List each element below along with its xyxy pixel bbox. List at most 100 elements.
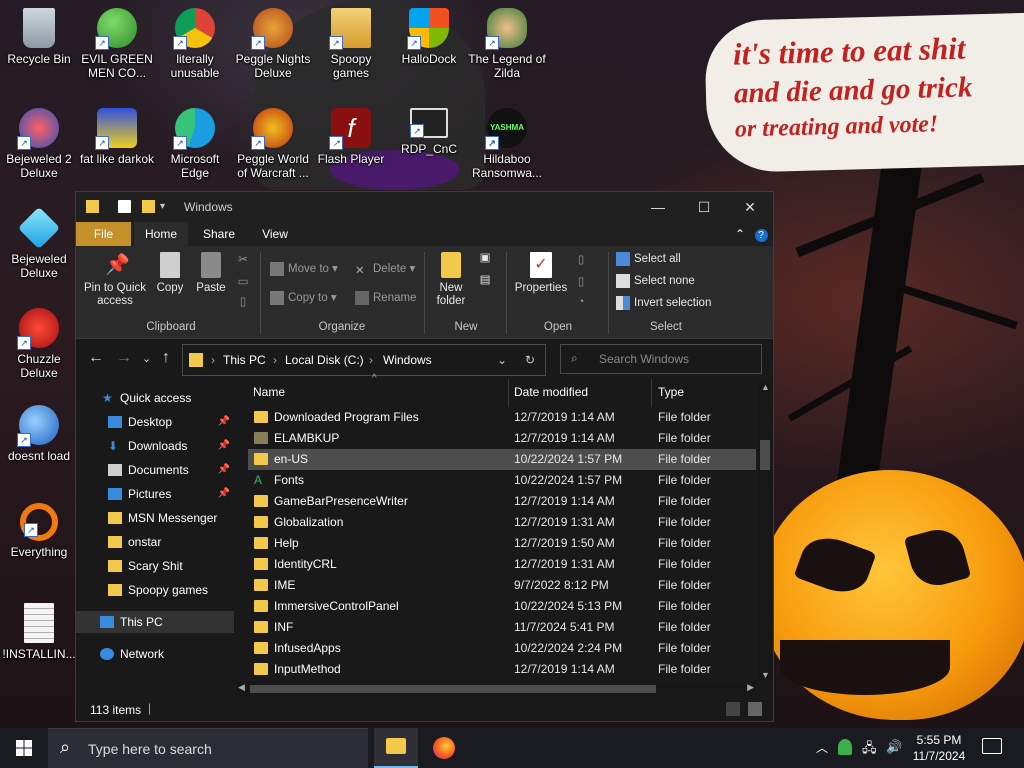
address-bar[interactable]: › This PC › Local Disk (C:) › Windows ⌄ …	[182, 344, 546, 376]
edit-icon[interactable]: ▯	[574, 276, 588, 289]
open-icon[interactable]: ▯	[574, 254, 588, 267]
nav-pictures[interactable]: Pictures 📌	[76, 483, 234, 505]
large-icons-view-icon[interactable]	[748, 702, 762, 716]
nav-onstar[interactable]: onstar	[76, 531, 234, 553]
desktop-icon-spoopy-games[interactable]: ↗ Spoopy games	[312, 8, 390, 80]
desktop-icon-peggle-world[interactable]: ↗ Peggle World of Warcraft ...	[234, 108, 312, 180]
new-folder-quick-icon[interactable]	[142, 200, 155, 213]
file-row[interactable]: Help 12/7/2019 1:50 AM File folder	[248, 533, 756, 554]
notifications-icon[interactable]	[982, 738, 1002, 754]
tab-view[interactable]: View	[248, 222, 302, 246]
maximize-button[interactable]: ☐	[681, 192, 727, 222]
properties-quick-icon[interactable]	[118, 200, 131, 213]
desktop-icon-recycle-bin[interactable]: Recycle Bin	[0, 8, 78, 66]
history-icon[interactable]: ◔	[574, 296, 588, 309]
horizontal-scrollbar[interactable]: ◀ ▶	[236, 682, 756, 696]
file-row[interactable]: A Fonts 10/22/2024 1:57 PM File folder	[248, 470, 756, 491]
file-row[interactable]: IdentityCRL 12/7/2019 1:31 AM File folder	[248, 554, 756, 575]
tab-share[interactable]: Share	[192, 222, 246, 246]
clock[interactable]: 5:55 PM 11/7/2024	[906, 732, 972, 764]
desktop-icon-hildaboo[interactable]: YASHMA ↗ Hildaboo Ransomwa...	[468, 108, 546, 180]
file-row[interactable]: INF 11/7/2024 5:41 PM File folder	[248, 617, 756, 638]
people-icon[interactable]	[838, 739, 852, 755]
file-row[interactable]: Globalization 12/7/2019 1:31 AM File folde…	[248, 512, 756, 533]
address-dropdown-icon[interactable]: ⌄	[497, 353, 507, 367]
breadcrumb-windows[interactable]: Windows	[383, 353, 432, 367]
desktop-icon-fat-like-darkok[interactable]: ↗ fat like darkok	[78, 108, 156, 166]
search-input[interactable]: ⌕ Search Windows	[560, 344, 762, 374]
copy-to-button[interactable]: Copy to ▾	[270, 289, 337, 307]
paste-button[interactable]: Paste	[192, 252, 230, 295]
details-view-icon[interactable]	[726, 702, 740, 716]
move-to-button[interactable]: Move to ▾	[270, 260, 338, 278]
tab-home[interactable]: Home	[134, 222, 188, 246]
file-row[interactable]: Downloaded Program Files 12/7/2019 1:14 A…	[248, 407, 756, 428]
copy-path-icon[interactable]: ▭	[236, 276, 250, 289]
refresh-icon[interactable]: ↻	[525, 353, 535, 367]
new-folder-button[interactable]: New folder	[430, 252, 472, 308]
delete-button[interactable]: ✕ Delete ▾	[355, 260, 415, 278]
properties-button[interactable]: ✓ Properties	[512, 252, 570, 295]
desktop-icon-bejeweled-deluxe[interactable]: Bejeweled Deluxe	[0, 206, 78, 280]
easy-access-icon[interactable]: ▤	[478, 274, 492, 287]
volume-icon[interactable]: 🔊	[886, 739, 902, 755]
pin-to-quick-access-button[interactable]: 📌 Pin to Quick access	[82, 252, 148, 308]
column-header-type[interactable]: Type	[658, 385, 684, 405]
scroll-thumb[interactable]	[760, 440, 770, 470]
desktop-icon-installing[interactable]: !INSTALLIN...	[0, 603, 78, 661]
taskbar-search-box[interactable]: ⌕ Type here to search	[48, 728, 368, 768]
desktop-icon-peggle-nights[interactable]: ↗ Peggle Nights Deluxe	[234, 8, 312, 80]
nav-spoopy-games[interactable]: Spoopy games	[76, 579, 234, 601]
desktop-icon-microsoft-edge[interactable]: ↗ Microsoft Edge	[156, 108, 234, 180]
show-hidden-icons[interactable]: ︿	[816, 739, 828, 756]
file-row[interactable]: IME 9/7/2022 8:12 PM File folder	[248, 575, 756, 596]
nav-this-pc[interactable]: This PC	[76, 611, 234, 633]
desktop-icon-hallodock[interactable]: ↗ HalloDock	[390, 8, 468, 66]
file-row[interactable]: InputMethod 12/7/2019 1:14 AM File folder	[248, 659, 756, 680]
customize-quick-access-icon[interactable]: ▾	[160, 200, 173, 213]
nav-downloads[interactable]: ⬇ Downloads 📌	[76, 435, 234, 457]
minimize-button[interactable]: —	[635, 192, 681, 222]
select-none-button[interactable]: Select none	[616, 272, 695, 290]
close-button[interactable]: ✕	[727, 192, 773, 222]
nav-quick-access[interactable]: ★ Quick access	[76, 387, 234, 409]
desktop-icon-everything[interactable]: ↗ Everything	[0, 503, 78, 559]
file-row[interactable]: ImmersiveControlPanel 10/22/2024 5:13 PM F…	[248, 596, 756, 617]
desktop-icon-rdp-cnc[interactable]: ↗ RDP_CnC	[390, 108, 468, 156]
network-status-icon[interactable]: 🖧	[862, 739, 877, 761]
breadcrumb-local-disk[interactable]: Local Disk (C:)	[285, 353, 364, 367]
desktop-icon-doesnt-load[interactable]: ↗ doesnt load	[0, 405, 78, 463]
file-row[interactable]: GameBarPresenceWriter 12/7/2019 1:14 AM Fi…	[248, 491, 756, 512]
desktop-icon-bejeweled-2[interactable]: ↗ Bejeweled 2 Deluxe	[0, 108, 78, 180]
back-button[interactable]: ←	[88, 349, 104, 367]
desktop-icon-literally-unusable[interactable]: ↗ literally unusable	[156, 8, 234, 80]
breadcrumb-this-pc[interactable]: This PC	[223, 353, 266, 367]
desktop-icon-flash-player[interactable]: f ↗ Flash Player	[312, 108, 390, 166]
file-row[interactable]: InfusedApps 10/22/2024 2:24 PM File folder	[248, 638, 756, 659]
scroll-thumb[interactable]	[250, 685, 656, 693]
taskbar-file-explorer[interactable]	[374, 728, 418, 768]
nav-scary-shit[interactable]: Scary Shit	[76, 555, 234, 577]
paste-shortcut-icon[interactable]: ▯	[236, 296, 250, 309]
nav-network[interactable]: Network	[76, 643, 234, 665]
file-row[interactable]: ELAMBKUP 12/7/2019 1:14 AM File folder	[248, 428, 756, 449]
scroll-up-icon[interactable]: ▲	[761, 382, 770, 392]
column-header-date[interactable]: Date modified	[514, 385, 588, 405]
rename-button[interactable]: Rename	[355, 289, 416, 307]
column-header-name[interactable]: Name	[253, 385, 285, 405]
nav-desktop[interactable]: Desktop 📌	[76, 411, 234, 433]
vertical-scrollbar[interactable]: ▲ ▼	[758, 382, 772, 680]
new-item-icon[interactable]: ▣	[478, 252, 492, 265]
title-bar[interactable]: ▾ Windows — ☐ ✕	[76, 192, 773, 222]
cut-icon[interactable]: ✂	[236, 254, 250, 267]
select-all-button[interactable]: Select all	[616, 250, 681, 268]
file-row[interactable]: en-US 10/22/2024 1:57 PM File folder	[248, 449, 756, 470]
desktop-icon-chuzzle[interactable]: ↗ Chuzzle Deluxe	[0, 308, 78, 380]
invert-selection-button[interactable]: Invert selection	[616, 294, 711, 312]
recent-locations-icon[interactable]: ⌄	[142, 352, 151, 365]
up-button[interactable]: ↑	[162, 349, 170, 367]
collapse-ribbon-icon[interactable]: ⌃	[732, 222, 748, 246]
forward-button[interactable]: →	[116, 349, 132, 367]
scroll-left-icon[interactable]: ◀	[238, 682, 245, 693]
copy-button[interactable]: Copy	[152, 252, 188, 295]
